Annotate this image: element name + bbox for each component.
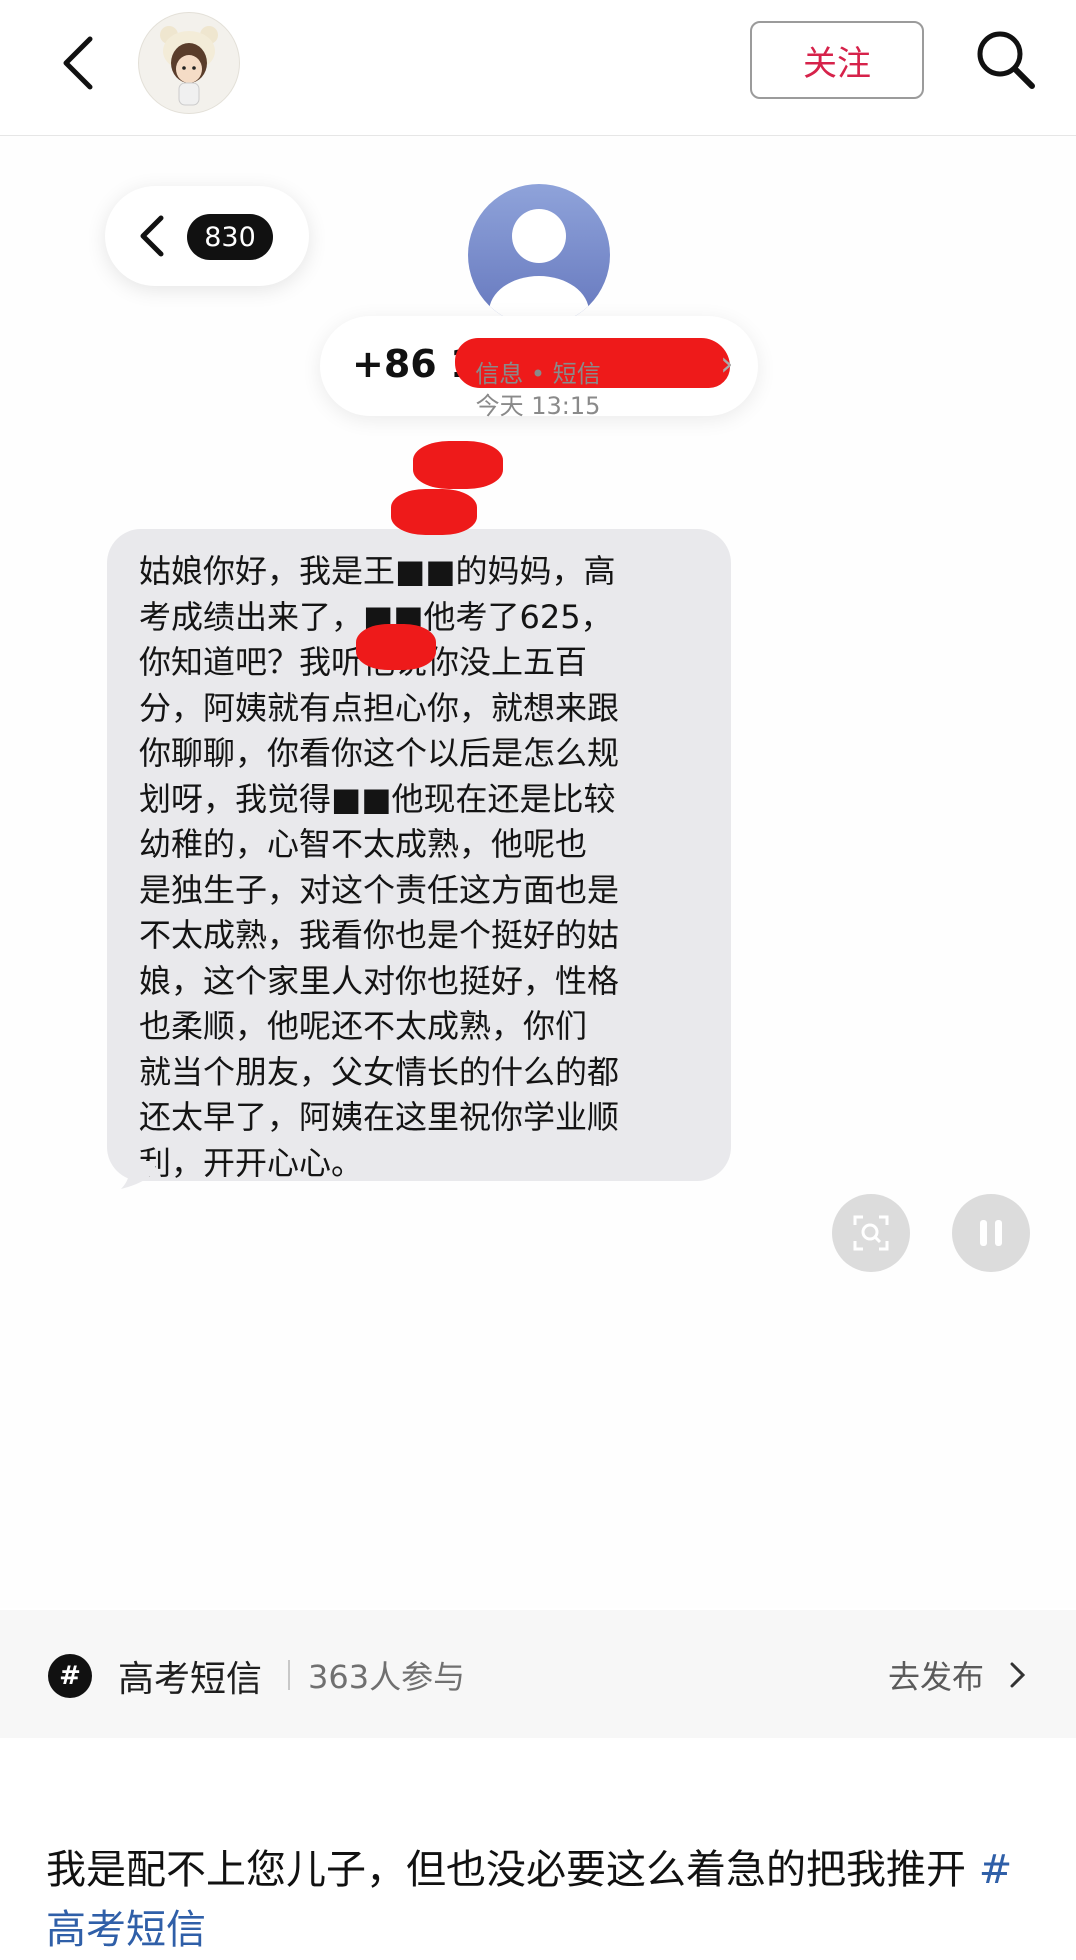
screenshot-scan-button[interactable] (832, 1194, 910, 1272)
scan-icon (853, 1215, 889, 1251)
redaction-mark (356, 624, 436, 670)
contact-avatar (468, 184, 610, 326)
back-icon (63, 36, 93, 90)
participant-count: 363人参与 (308, 1658, 466, 1696)
redaction-mark (391, 489, 477, 535)
search-button[interactable] (970, 24, 1040, 94)
author-avatar[interactable] (138, 12, 240, 114)
post-caption: 我是配不上您儿子，但也没必要这么着急的把我推开 #高考短信 (46, 1840, 1046, 1960)
bubble-tail (121, 1161, 155, 1189)
back-button[interactable] (48, 28, 108, 98)
person-icon (489, 209, 589, 326)
divider (288, 1660, 290, 1690)
hashtag-icon: # (48, 1654, 92, 1698)
chevron-left-icon (140, 215, 164, 257)
publish-link[interactable]: 去发布 (888, 1652, 984, 1698)
top-bar: 关注 (0, 0, 1076, 136)
search-icon (977, 31, 1035, 89)
message-channel: 信息 • 短信 (475, 360, 601, 388)
message-screenshot[interactable]: 830 +86 1 › 信息 • 短信 今天 13:15 姑娘你好，我是王■■的… (0, 136, 1076, 1608)
caption-text: 我是配不上您儿子，但也没必要这么着急的把我推开 (46, 1847, 966, 1893)
message-time: 今天 13:15 (475, 392, 601, 420)
redaction-mark (413, 441, 503, 489)
messages-back-button: 830 (105, 186, 309, 286)
follow-label: 关注 (803, 43, 871, 84)
chevron-right-icon (1010, 1662, 1026, 1688)
pause-button[interactable] (952, 1194, 1030, 1272)
topic-bar[interactable]: # 高考短信 363人参与 去发布 (0, 1610, 1076, 1738)
unread-count-badge: 830 (187, 214, 273, 260)
topic-name: 高考短信 (118, 1659, 263, 1700)
follow-button[interactable]: 关注 (750, 21, 924, 99)
pause-icon (980, 1220, 1002, 1246)
